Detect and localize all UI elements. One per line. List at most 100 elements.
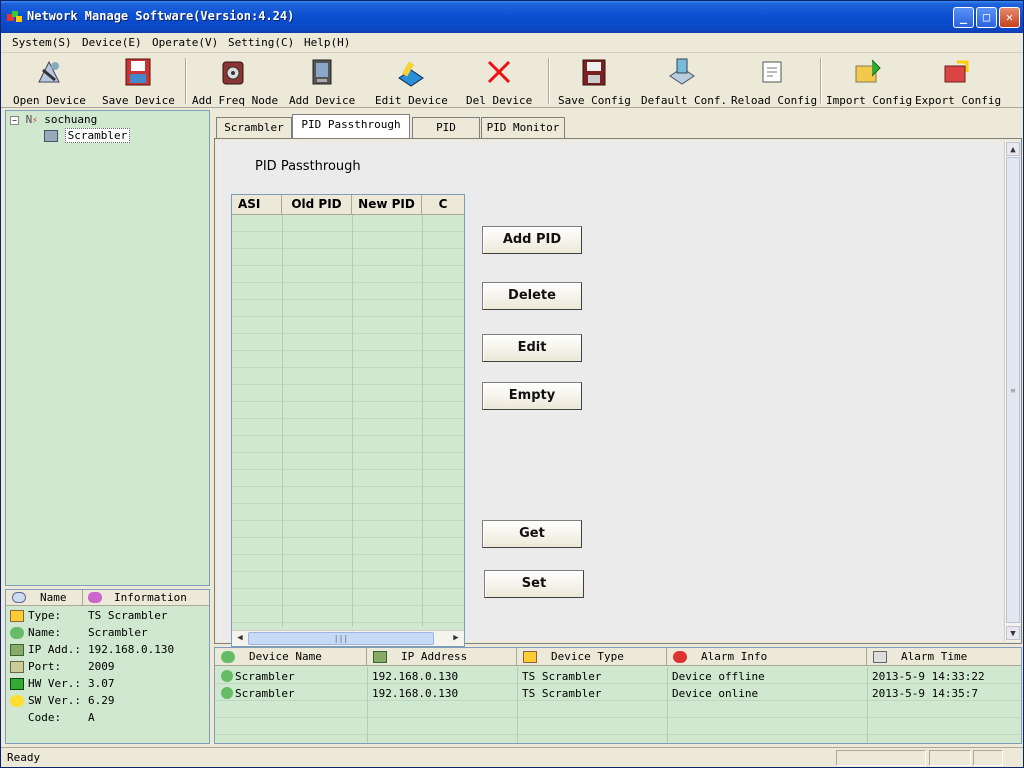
device-tree[interactable]: − N⚡ sochuang Scrambler: [5, 110, 210, 586]
pid-list-rows: [232, 215, 464, 627]
alarm-time-icon: [873, 651, 887, 663]
menu-device[interactable]: Device(E): [82, 36, 142, 49]
tab-pid-filter[interactable]: PID Filter: [412, 117, 480, 153]
tab-pid-monitor[interactable]: PID Monitor: [481, 117, 565, 138]
toolbar-separator: [820, 58, 822, 104]
tree-child-label: Scrambler: [64, 128, 131, 143]
info-header-name: Name: [40, 591, 67, 604]
set-button[interactable]: Set: [484, 570, 584, 598]
device-name-icon: [221, 651, 235, 663]
type-icon: [10, 610, 24, 622]
default-conf-button[interactable]: Default Conf.: [641, 56, 727, 107]
scroll-up-icon[interactable]: ▲: [1006, 142, 1020, 156]
device-info-panel: Name Information Type: TS Scrambler Name:…: [5, 589, 210, 744]
device-icon: [44, 130, 58, 142]
column-new-pid[interactable]: New PID: [352, 195, 422, 215]
default-config-icon: [669, 58, 695, 85]
open-device-icon: [38, 60, 60, 83]
tab-bar: Scrambler PID Passthrough PID Filter PID…: [214, 114, 1023, 153]
toolbar: Open Device Save Device Add Freq Node Ad…: [1, 54, 1023, 108]
scroll-right-icon[interactable]: ▶: [449, 632, 463, 645]
status-text: Ready: [7, 751, 41, 764]
export-config-button[interactable]: Export Config: [915, 56, 1001, 107]
sw-version-icon: [10, 695, 24, 707]
export-config-icon: [944, 60, 969, 83]
open-device-button[interactable]: Open Device: [13, 56, 86, 107]
close-button[interactable]: ✕: [999, 7, 1020, 28]
main-window: Network Manage Software(Version:4.24) _ …: [0, 0, 1024, 768]
delete-device-icon: [487, 60, 511, 84]
reload-config-icon: [762, 61, 782, 83]
device-status-icon: [221, 670, 233, 682]
del-device-button[interactable]: Del Device: [466, 56, 532, 107]
column-ip-address[interactable]: IP Address: [367, 648, 517, 666]
horizontal-scrollbar[interactable]: ◀ ||| ▶: [232, 630, 464, 646]
alarm-table[interactable]: Device Name IP Address Device Type Alarm…: [214, 647, 1022, 744]
tree-root-label: sochuang: [44, 113, 98, 126]
pid-list[interactable]: ASI Old PID New PID C ◀ ||| ▶: [231, 194, 465, 647]
menu-help[interactable]: Help(H): [304, 36, 350, 49]
import-config-button[interactable]: Import Config: [826, 56, 912, 107]
menu-operate[interactable]: Operate(V): [152, 36, 218, 49]
edit-button[interactable]: Edit: [482, 334, 582, 362]
alarm-row[interactable]: Scrambler 192.168.0.130 TS Scrambler Dev…: [215, 685, 1021, 702]
alarm-row[interactable]: Scrambler 192.168.0.130 TS Scrambler Dev…: [215, 668, 1021, 685]
save-config-button[interactable]: Save Config: [558, 56, 631, 107]
scroll-left-icon[interactable]: ◀: [233, 632, 247, 645]
tree-node-root[interactable]: − N⚡ sochuang: [10, 113, 97, 126]
empty-button[interactable]: Empty: [482, 382, 582, 410]
add-freq-node-button[interactable]: Add Freq Node: [192, 56, 278, 107]
save-device-button[interactable]: Save Device: [102, 56, 175, 107]
edit-device-button[interactable]: Edit Device: [375, 56, 448, 107]
tab-content: PID Passthrough ASI Old PID New PID C ◀ …: [214, 138, 1022, 647]
scroll-down-icon[interactable]: ▼: [1006, 626, 1020, 640]
reload-config-button[interactable]: Reload Config: [731, 56, 817, 107]
scroll-thumb[interactable]: ≡: [1006, 157, 1020, 623]
maximize-button[interactable]: □: [976, 7, 997, 28]
tree-node-scrambler[interactable]: Scrambler: [44, 128, 131, 143]
toolbar-separator: [548, 58, 550, 104]
device-type-icon: [523, 651, 537, 663]
status-pane: [929, 750, 971, 766]
toolbar-separator: [185, 58, 187, 104]
column-alarm-info[interactable]: Alarm Info: [667, 648, 867, 666]
info-header: Name Information: [6, 590, 209, 606]
tab-scrambler[interactable]: Scrambler: [216, 117, 292, 138]
column-asi[interactable]: ASI: [232, 195, 282, 215]
edit-device-icon: [398, 61, 424, 87]
status-pane: [836, 750, 926, 766]
menu-system[interactable]: System(S): [12, 36, 72, 49]
add-device-button[interactable]: Add Device: [289, 56, 355, 107]
device-status-icon: [221, 687, 233, 699]
title-bar[interactable]: Network Manage Software(Version:4.24) _ …: [1, 1, 1023, 33]
ip-icon: [10, 644, 24, 656]
add-pid-button[interactable]: Add PID: [482, 226, 582, 254]
column-old-pid[interactable]: Old PID: [282, 195, 352, 215]
menu-setting[interactable]: Setting(C): [228, 36, 294, 49]
import-config-icon: [855, 59, 881, 83]
add-freq-node-icon: [222, 61, 244, 85]
menu-bar: System(S) Device(E) Operate(V) Setting(C…: [1, 33, 1023, 53]
delete-button[interactable]: Delete: [482, 282, 582, 310]
alarm-info-icon: [673, 651, 687, 663]
tab-pid-passthrough[interactable]: PID Passthrough: [292, 114, 410, 138]
minimize-button[interactable]: _: [953, 7, 974, 28]
column-device-name[interactable]: Device Name: [215, 648, 367, 666]
tree-collapse-icon[interactable]: −: [10, 115, 19, 125]
alarm-header: Device Name IP Address Device Type Alarm…: [215, 648, 1021, 666]
save-config-icon: [582, 59, 606, 86]
info-detail-icon: [88, 592, 102, 603]
column-c[interactable]: C: [422, 195, 464, 215]
window-title: Network Manage Software(Version:4.24): [27, 9, 295, 23]
save-device-icon: [125, 58, 151, 86]
column-alarm-time[interactable]: Alarm Time: [867, 648, 1021, 666]
status-pane: [973, 750, 1003, 766]
scroll-thumb[interactable]: |||: [248, 632, 434, 645]
column-device-type[interactable]: Device Type: [517, 648, 667, 666]
vertical-scrollbar[interactable]: ▲ ≡ ▼: [1004, 141, 1020, 641]
pid-list-header: ASI Old PID New PID C: [232, 195, 464, 215]
get-button[interactable]: Get: [482, 520, 582, 548]
app-icon: [7, 11, 22, 22]
status-bar: Ready: [1, 747, 1023, 767]
port-icon: [10, 661, 24, 673]
